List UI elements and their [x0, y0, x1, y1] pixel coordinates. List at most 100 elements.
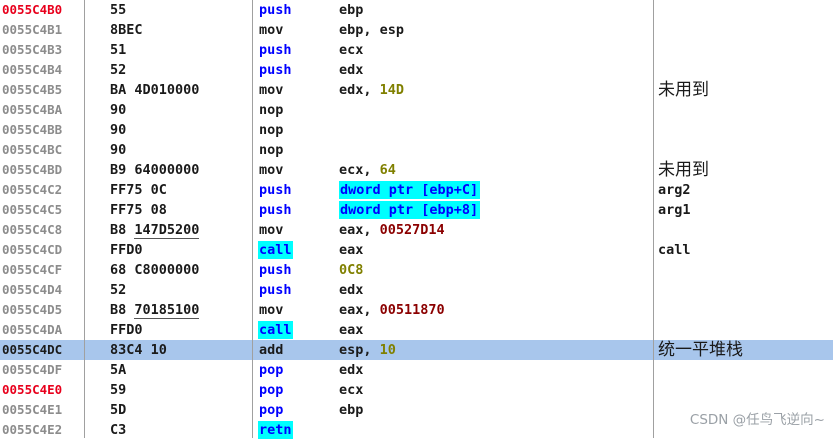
hex-bytes-cell: 90: [110, 120, 250, 140]
address-cell: 0055C4CF: [2, 262, 63, 277]
comment-cell: arg1: [658, 202, 691, 218]
address-cell: 0055C4CD: [2, 242, 63, 257]
disasm-row[interactable]: 0055C4BC 90 nop: [0, 140, 833, 160]
operand-cell: ecx: [339, 380, 363, 400]
operand-part: 00527D14: [379, 222, 445, 238]
operand-part: eax: [339, 242, 364, 258]
disasm-row[interactable]: 0055C4CF 68 C8000000 push 0C8: [0, 260, 833, 280]
hex-bytes: 59: [110, 382, 127, 398]
disasm-row[interactable]: 0055C4DA FFD0 call eax: [0, 320, 833, 340]
hex-bytes-cell: FFD0: [110, 240, 250, 260]
hex-bytes: 68 C8000000: [110, 262, 200, 278]
operand-cell: edx: [339, 360, 363, 380]
mnemonic-cell: mov: [259, 302, 284, 318]
hex-bytes-cell: B8 70185100: [110, 300, 250, 320]
hex-bytes-cell: C3: [110, 420, 250, 440]
hex-relocation-bytes: 147D5200: [134, 222, 200, 239]
address-cell: 0055C4C2: [2, 182, 63, 197]
disasm-row[interactable]: 0055C4C5 FF75 08 push dword ptr [ebp+8] arg1: [0, 200, 833, 220]
mnemonic-cell: pop: [259, 362, 284, 378]
hex-bytes: B9 64000000: [110, 162, 200, 178]
operand-part: ebp, esp: [339, 22, 405, 38]
column-divider-comment: [653, 0, 654, 438]
comment-cell: 统一平堆栈: [658, 340, 743, 360]
address-cell: 0055C4BC: [2, 142, 63, 157]
address-cell: 0055C4C8: [2, 222, 63, 237]
disasm-row[interactable]: 0055C4B3 51 push ecx: [0, 40, 833, 60]
address-cell: 0055C4B5: [2, 82, 63, 97]
disasm-row[interactable]: 0055C4B0 55 push ebp: [0, 0, 833, 20]
mnemonic-cell: pop: [259, 402, 284, 418]
operand-cell: edx: [339, 60, 363, 80]
hex-bytes-cell: B9 64000000: [110, 160, 250, 180]
operand-part: dword ptr [ebp+C]: [339, 181, 481, 199]
hex-bytes: 5A: [110, 362, 127, 378]
operand-part: ecx: [339, 42, 364, 58]
mnemonic-cell: pop: [259, 382, 284, 398]
disassembly-pane[interactable]: 0055C4E2 C3 retn 0055C4E1 5D pop ebp 0055C4E0 59…: [0, 0, 833, 440]
operand-part: 14D: [379, 82, 405, 98]
disasm-row[interactable]: 0055C4C2 FF75 0C push dword ptr [ebp+C] arg2: [0, 180, 833, 200]
disasm-row[interactable]: 0055C4D5 B8 70185100 mov eax, 00511870: [0, 300, 833, 320]
mnemonic-cell: mov: [259, 22, 284, 38]
hex-relocation-bytes: 70185100: [134, 302, 200, 319]
disasm-row[interactable]: 0055C4DC 83C4 10 add esp, 10 统一平堆栈: [0, 340, 833, 360]
hex-bytes: FFD0: [110, 322, 143, 338]
mnemonic-cell: push: [259, 62, 292, 78]
operand-cell: ebp: [339, 400, 363, 420]
disasm-row[interactable]: 0055C4B5 BA 4D010000 mov edx, 14D 未用到: [0, 80, 833, 100]
address-cell: 0055C4DF: [2, 362, 63, 377]
hex-bytes: FFD0: [110, 242, 143, 258]
disasm-row[interactable]: 0055C4B4 52 push edx: [0, 60, 833, 80]
comment-cell: arg2: [658, 182, 691, 198]
operand-cell: 0C8: [339, 260, 363, 280]
address-cell: 0055C4BA: [2, 102, 63, 117]
operand-cell: ebp: [339, 0, 363, 20]
mnemonic-cell: mov: [259, 82, 284, 98]
operand-part: eax: [339, 322, 364, 338]
disasm-row[interactable]: 0055C4B1 8BEC mov ebp, esp: [0, 20, 833, 40]
disasm-row[interactable]: 0055C4BB 90 nop: [0, 120, 833, 140]
operand-cell: eax, 00511870: [339, 300, 445, 320]
address-cell: 0055C4C5: [2, 202, 63, 217]
operand-cell: eax: [339, 320, 363, 340]
operand-part: eax,: [339, 302, 380, 318]
operand-part: eax,: [339, 222, 380, 238]
hex-bytes: B8: [110, 302, 135, 318]
mnemonic-cell: nop: [259, 142, 284, 158]
mnemonic-cell: retn: [258, 421, 293, 439]
operand-cell: dword ptr [ebp+8]: [339, 200, 481, 220]
hex-bytes-cell: FF75 08: [110, 200, 250, 220]
hex-bytes-cell: 52: [110, 280, 250, 300]
hex-bytes-cell: 83C4 10: [110, 340, 250, 360]
disasm-row[interactable]: 0055C4D4 52 push edx: [0, 280, 833, 300]
disasm-row[interactable]: 0055C4C8 B8 147D5200 mov eax, 00527D14: [0, 220, 833, 240]
hex-bytes-cell: 5D: [110, 400, 250, 420]
operand-part: edx,: [339, 82, 380, 98]
mnemonic-cell: push: [259, 202, 292, 218]
mnemonic-cell: push: [259, 42, 292, 58]
operand-part: 64: [379, 162, 396, 178]
operand-part: ecx: [339, 382, 364, 398]
hex-bytes: 90: [110, 122, 127, 138]
disasm-row[interactable]: 0055C4BA 90 nop: [0, 100, 833, 120]
operand-part: 0C8: [339, 262, 364, 278]
disasm-row[interactable]: 0055C4CD FFD0 call eax call: [0, 240, 833, 260]
mnemonic-cell: mov: [259, 162, 284, 178]
comment-cell: 未用到: [658, 160, 709, 180]
operand-part: edx: [339, 282, 364, 298]
disasm-row[interactable]: 0055C4DF 5A pop edx: [0, 360, 833, 380]
hex-bytes: 8BEC: [110, 22, 143, 38]
hex-bytes-cell: 90: [110, 100, 250, 120]
hex-bytes: B8: [110, 222, 135, 238]
address-cell: 0055C4D4: [2, 282, 63, 297]
address-cell: 0055C4BD: [2, 162, 63, 177]
operand-part: ebp: [339, 2, 364, 18]
hex-bytes-cell: 90: [110, 140, 250, 160]
operand-cell: ebp, esp: [339, 20, 404, 40]
hex-bytes-cell: 59: [110, 380, 250, 400]
disasm-row[interactable]: 0055C4BD B9 64000000 mov ecx, 64 未用到: [0, 160, 833, 180]
operand-cell: edx: [339, 280, 363, 300]
disasm-row[interactable]: 0055C4E0 59 pop ecx: [0, 380, 833, 400]
address-cell: 0055C4B3: [2, 42, 63, 57]
